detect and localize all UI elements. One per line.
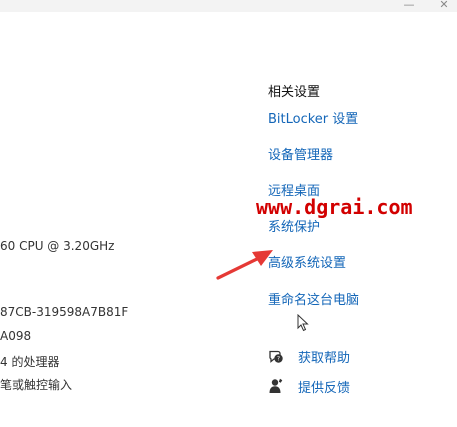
pen-touch-text: 笔或触控输入 <box>0 378 73 392</box>
window-title-bar <box>0 0 457 12</box>
device-id-text: 87CB-319598A7B81F <box>0 305 129 319</box>
minimize-button[interactable]: — <box>401 0 417 12</box>
mouse-pointer-icon <box>297 314 309 332</box>
advanced-system-settings-link[interactable]: 高级系统设置 <box>268 252 346 271</box>
chat-help-icon: ? <box>268 348 284 364</box>
feedback-label: 提供反馈 <box>298 380 351 396</box>
cpu-info-text: 60 CPU @ 3.20GHz <box>0 239 115 253</box>
close-button[interactable]: ✕ <box>436 0 452 12</box>
bitlocker-settings-link[interactable]: BitLocker 设置 <box>268 108 358 127</box>
red-pointer-arrow-icon <box>216 250 273 280</box>
get-help-label: 获取帮助 <box>298 350 351 366</box>
rename-pc-link[interactable]: 重命名这台电脑 <box>268 289 359 308</box>
system-type-text: 4 的处理器 <box>0 355 60 369</box>
feedback-person-icon <box>268 378 284 394</box>
feedback-link[interactable]: 提供反馈 <box>268 376 350 396</box>
related-settings-heading: 相关设置 <box>268 85 321 100</box>
get-help-link[interactable]: ? 获取帮助 <box>268 346 350 366</box>
svg-text:?: ? <box>277 356 280 363</box>
device-manager-link[interactable]: 设备管理器 <box>268 144 333 163</box>
product-id-text: A098 <box>0 329 32 343</box>
watermark-text: www.dgrai.com <box>256 195 413 219</box>
